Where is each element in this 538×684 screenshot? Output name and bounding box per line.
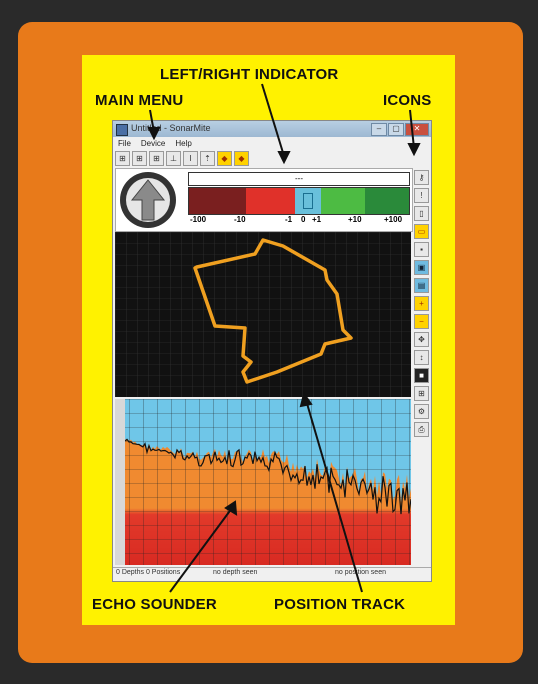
- menu-file[interactable]: File: [113, 138, 136, 150]
- right-segment: [320, 188, 365, 214]
- far-right-segment: [364, 188, 409, 214]
- window-controls: – ▢ ✕: [370, 123, 429, 136]
- chart-icon[interactable]: ▤: [414, 278, 429, 293]
- printer-icon[interactable]: ⎙: [414, 422, 429, 437]
- status-position: no position seen: [335, 569, 386, 576]
- position-marker: [302, 193, 313, 209]
- minimize-button[interactable]: –: [371, 123, 387, 136]
- grid-icon[interactable]: ⊞: [414, 386, 429, 401]
- title-bar: Untitled - SonarMite – ▢ ✕: [113, 121, 431, 137]
- north-arrow-icon: [130, 179, 166, 221]
- left-right-indicator-callout: LEFT/RIGHT INDICATOR: [160, 66, 339, 83]
- center-segment: [294, 188, 321, 214]
- tee-icon[interactable]: ⊥: [166, 151, 181, 166]
- icons-callout: ICONS: [383, 92, 432, 109]
- maximize-button[interactable]: ▢: [388, 123, 404, 136]
- scale-label: -1: [285, 215, 293, 224]
- scale-label: 0: [301, 215, 306, 224]
- scale-label: +1: [312, 215, 322, 224]
- position-track-plot: [115, 232, 411, 397]
- far-left-segment: [189, 188, 247, 214]
- open-folder-icon[interactable]: ▭: [414, 224, 429, 239]
- arrow-icon[interactable]: ↕: [414, 350, 429, 365]
- zoom-in-icon[interactable]: +: [414, 296, 429, 311]
- menu-help[interactable]: Help: [170, 138, 196, 150]
- toolbar: ⊞ ⊞ ⊞ ⊥ I ⇡ ◆ ◆: [115, 151, 251, 167]
- offset-bar: [188, 187, 410, 215]
- position-track-callout: POSITION TRACK: [274, 596, 406, 613]
- echo-sounder-view[interactable]: [115, 399, 412, 565]
- status-depth: no depth seen: [213, 569, 258, 576]
- compass-icon[interactable]: ◆: [217, 151, 232, 166]
- window-title: Untitled - SonarMite: [131, 123, 211, 133]
- pan-icon[interactable]: ✥: [414, 332, 429, 347]
- echo-sounder-plot: [115, 399, 412, 565]
- main-menu-callout: MAIN MENU: [95, 92, 184, 109]
- main-menu: File Device Help: [113, 138, 431, 150]
- position-track-view[interactable]: [115, 232, 411, 397]
- black-square-icon[interactable]: ■: [414, 368, 429, 383]
- scale-label: +100: [384, 215, 403, 224]
- arrow-icon[interactable]: ⇡: [200, 151, 215, 166]
- key-icon[interactable]: ⚷: [414, 170, 429, 185]
- offset-scale: -100 -10 -1 0 +1 +10 +100: [188, 215, 408, 227]
- document-icon[interactable]: ▯: [414, 206, 429, 221]
- screen-icon[interactable]: ▣: [414, 260, 429, 275]
- sonarmite-window: Untitled - SonarMite – ▢ ✕ File Device H…: [112, 120, 432, 582]
- exclamation-icon[interactable]: !: [414, 188, 429, 203]
- icon-sidebar: ⚷ ! ▯ ▭ ▪ ▣ ▤ + − ✥ ↕ ■ ⊞ ⚙ ⎙: [413, 168, 429, 565]
- left-segment: [246, 188, 295, 214]
- echo-sounder-callout: ECHO SOUNDER: [92, 596, 217, 613]
- ruler-icon[interactable]: ⊞: [149, 151, 164, 166]
- scale-label: +10: [348, 215, 362, 224]
- status-bar: 0 Depths 0 Positions no depth seen no po…: [113, 567, 431, 580]
- settings-icon[interactable]: ⚙: [414, 404, 429, 419]
- menu-device[interactable]: Device: [136, 138, 170, 150]
- left-right-indicator: --- -100 -10 -1 0 +1 +10 +100: [115, 168, 413, 232]
- zoom-out-icon[interactable]: −: [414, 314, 429, 329]
- save-icon[interactable]: ▪: [414, 242, 429, 257]
- ruler-icon[interactable]: ⊞: [132, 151, 147, 166]
- compass-icon[interactable]: ◆: [234, 151, 249, 166]
- status-positions: 0 Depths 0 Positions: [116, 569, 181, 576]
- compass-dial: [120, 172, 176, 228]
- offset-readout: ---: [188, 172, 410, 186]
- ruler-icon[interactable]: ⊞: [115, 151, 130, 166]
- i-beam-icon[interactable]: I: [183, 151, 198, 166]
- close-button[interactable]: ✕: [405, 123, 429, 136]
- scale-label: -10: [234, 215, 246, 224]
- scale-label: -100: [190, 215, 207, 224]
- app-icon: [116, 124, 128, 136]
